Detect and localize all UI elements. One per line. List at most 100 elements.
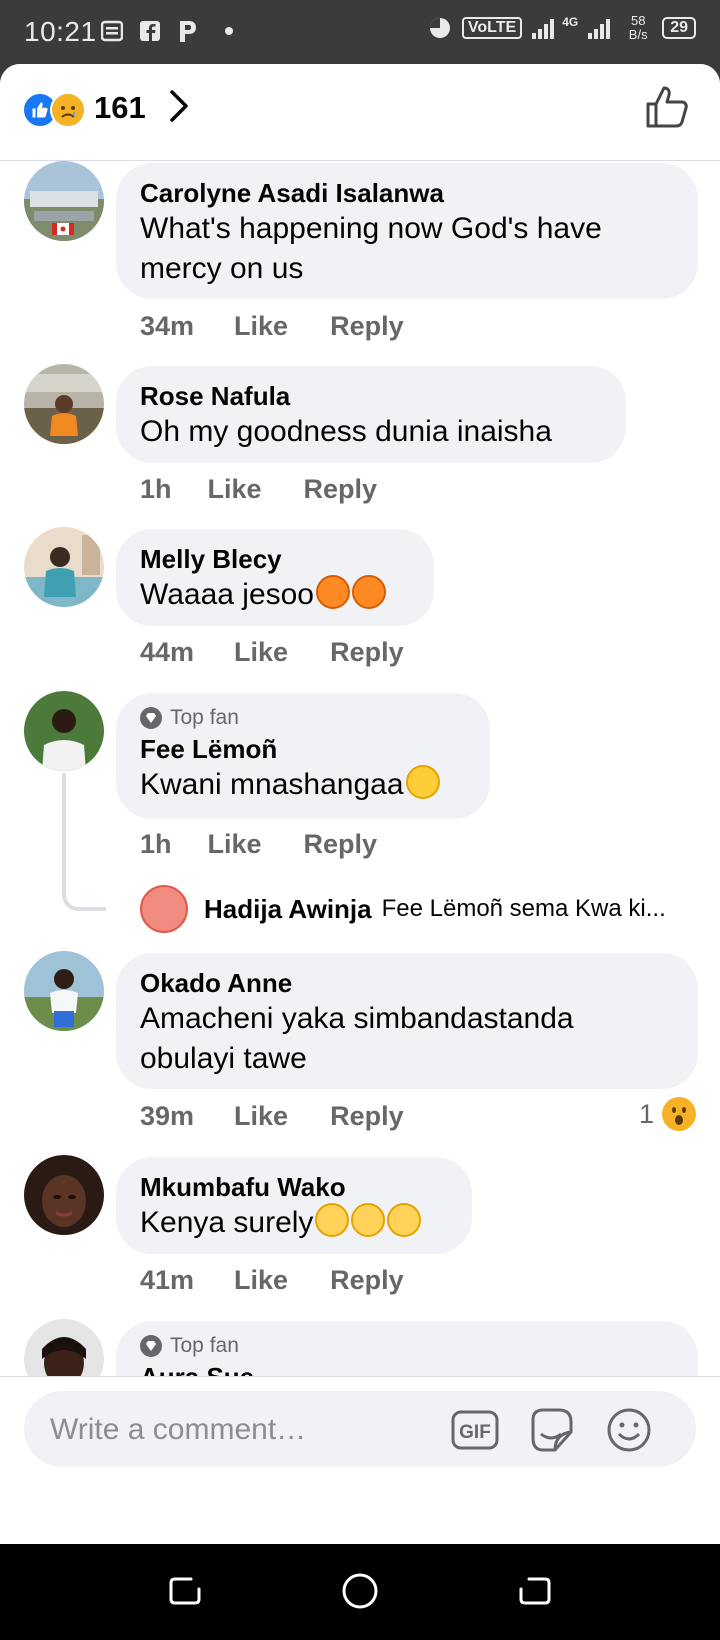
- like-button[interactable]: Like: [234, 311, 288, 342]
- facebook-notification-icon: [138, 18, 162, 44]
- p-notification-icon: [176, 18, 200, 44]
- comment-text-line2: mercy on us: [140, 252, 304, 285]
- like-button[interactable]: Like: [234, 1101, 288, 1132]
- like-button[interactable]: Like: [208, 474, 262, 505]
- reply-button[interactable]: Reply: [330, 637, 404, 668]
- thinking-face-emoji-icon: [315, 1203, 350, 1237]
- commenter-name[interactable]: Rose Nafula: [140, 380, 602, 412]
- comment-actions: 39m Like Reply: [140, 1101, 404, 1132]
- like-button[interactable]: Like: [234, 637, 288, 668]
- chevron-right-icon[interactable]: [168, 88, 190, 133]
- thumbs-up-icon[interactable]: [644, 84, 692, 132]
- comment-text-line2: obulayi tawe: [140, 1042, 307, 1075]
- avatar[interactable]: [24, 364, 104, 444]
- dot-icon: [224, 18, 234, 44]
- composer-pill[interactable]: GIF: [24, 1391, 696, 1467]
- comment-text: Amacheni yaka simbandastanda: [140, 1002, 574, 1035]
- comment-reactions[interactable]: 1: [639, 1097, 696, 1131]
- like-button[interactable]: Like: [208, 829, 262, 860]
- comment-input[interactable]: [48, 1409, 452, 1451]
- comments-sheet: 161 Carolyne Asadi Isalanwa What's happe…: [0, 64, 720, 1544]
- comment-timestamp[interactable]: 1h: [140, 829, 172, 860]
- volte-badge: VoLTE: [461, 17, 523, 39]
- comment-timestamp[interactable]: 39m: [140, 1101, 194, 1132]
- sad-reaction-icon: [50, 92, 86, 128]
- message-notification-icon: [100, 18, 124, 44]
- network-speed: 58 B/s: [628, 13, 648, 42]
- sticker-icon[interactable]: [526, 1405, 576, 1455]
- status-time: 10:21: [24, 16, 97, 47]
- system-nav-bar: [0, 1544, 720, 1640]
- data-saver-icon: [429, 18, 450, 38]
- reply-preview[interactable]: Hadija Awinja Fee Lëmoñ sema Kwa ki...: [140, 885, 666, 933]
- like-button[interactable]: Like: [234, 1265, 288, 1296]
- battery-indicator: 29: [662, 17, 696, 39]
- comment-bubble[interactable]: Mkumbafu Wako Kenya surely: [116, 1157, 472, 1254]
- comment-text: Oh my goodness dunia inaisha: [140, 415, 552, 448]
- status-indicators: VoLTE 4G 58 B/s 29: [428, 14, 696, 42]
- reaction-count: 1: [638, 1098, 654, 1129]
- comment-bubble[interactable]: Carolyne Asadi Isalanwa What's happening…: [116, 163, 698, 299]
- comment-timestamp[interactable]: 41m: [140, 1265, 194, 1296]
- comment-bubble[interactable]: Top fan Fee Lëmoñ Kwani mnashangaa: [116, 693, 490, 819]
- gif-button[interactable]: GIF: [450, 1405, 500, 1455]
- network-type: 4G: [562, 15, 579, 29]
- avatar[interactable]: [24, 951, 104, 1031]
- comment-text: Kwani mnashangaa: [140, 768, 404, 801]
- tears-of-joy-emoji-icon: [405, 765, 440, 799]
- back-icon[interactable]: [510, 1566, 560, 1616]
- recents-icon[interactable]: [160, 1566, 210, 1616]
- wow-reaction-icon: [662, 1097, 696, 1131]
- face-with-hands-emoji-icon: [352, 575, 386, 609]
- comment-text: Waaaa jesoo: [140, 578, 314, 611]
- avatar[interactable]: [140, 885, 188, 933]
- signal-2-icon: [588, 19, 611, 39]
- comment-timestamp[interactable]: 44m: [140, 637, 194, 668]
- comment-timestamp[interactable]: 1h: [140, 474, 172, 505]
- diamond-icon: [140, 1335, 162, 1357]
- reply-author-name[interactable]: Hadija Awinja: [204, 894, 372, 925]
- comment-bubble[interactable]: Rose Nafula Oh my goodness dunia inaisha: [116, 366, 626, 463]
- diamond-icon: [140, 707, 162, 729]
- comments-list[interactable]: Carolyne Asadi Isalanwa What's happening…: [0, 161, 720, 1439]
- comment-actions: 1h Like Reply: [140, 829, 377, 860]
- commenter-name[interactable]: Okado Anne: [140, 967, 674, 999]
- reply-button[interactable]: Reply: [330, 311, 404, 342]
- comment-actions: 41m Like Reply: [140, 1265, 404, 1296]
- reply-snippet: Fee Lëmoñ sema Kwa ki...: [381, 895, 666, 922]
- reaction-count: 161: [94, 90, 146, 125]
- signal-icon: [532, 19, 555, 39]
- commenter-name[interactable]: Melly Blecy: [140, 543, 410, 575]
- home-icon[interactable]: [335, 1566, 385, 1616]
- reply-button[interactable]: Reply: [304, 829, 378, 860]
- comment-timestamp[interactable]: 34m: [140, 311, 194, 342]
- comment-bubble[interactable]: Okado Anne Amacheni yaka simbandastanda …: [116, 953, 698, 1089]
- face-with-hands-emoji-icon: [316, 575, 350, 609]
- comment-actions: 34m Like Reply: [140, 311, 404, 342]
- reply-button[interactable]: Reply: [304, 474, 378, 505]
- top-fan-label: Top fan: [170, 706, 239, 729]
- top-fan-label: Top fan: [170, 1334, 239, 1357]
- avatar[interactable]: [24, 691, 104, 771]
- gif-label: GIF: [459, 1422, 491, 1443]
- thinking-face-emoji-icon: [387, 1203, 422, 1237]
- comment-bubble[interactable]: Melly Blecy Waaaa jesoo: [116, 529, 434, 626]
- comment-composer: GIF: [0, 1376, 720, 1481]
- commenter-name[interactable]: Mkumbafu Wako: [140, 1171, 448, 1203]
- thread-line: [62, 773, 106, 911]
- avatar[interactable]: [24, 161, 104, 241]
- thinking-face-emoji-icon: [351, 1203, 386, 1237]
- reply-button[interactable]: Reply: [330, 1265, 404, 1296]
- commenter-name[interactable]: Carolyne Asadi Isalanwa: [140, 177, 674, 209]
- emoji-icon[interactable]: [604, 1405, 654, 1455]
- status-bar: 10:21 VoLTE 4G 58 B/s 29: [0, 0, 720, 64]
- comment-actions: 44m Like Reply: [140, 637, 404, 668]
- top-fan-badge: Top fan: [140, 705, 466, 731]
- comment-actions: 1h Like Reply: [140, 474, 377, 505]
- reply-button[interactable]: Reply: [330, 1101, 404, 1132]
- commenter-name[interactable]: Fee Lëmoñ: [140, 733, 466, 765]
- comment-text: Kenya surely: [140, 1206, 314, 1239]
- avatar[interactable]: [24, 1155, 104, 1235]
- reactions-header[interactable]: 161: [0, 64, 720, 161]
- avatar[interactable]: [24, 527, 104, 607]
